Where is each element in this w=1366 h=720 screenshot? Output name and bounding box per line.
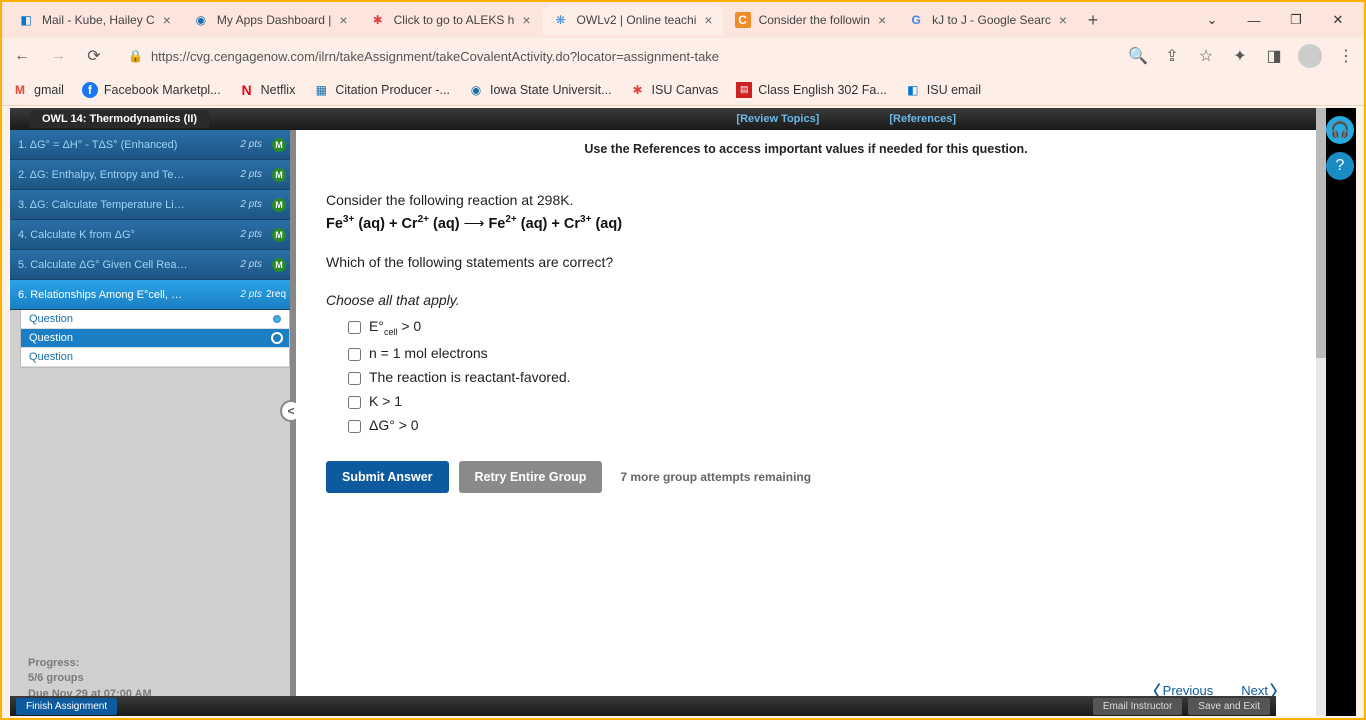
nav-item-4[interactable]: 4. Calculate K from ΔG°2 ptsM [10, 220, 290, 250]
sub-question-2[interactable]: Question [21, 329, 289, 348]
nav-item-6[interactable]: 6. Relationships Among E°cell, ΔG°,...2 … [10, 280, 290, 310]
question-intro: Consider the following reaction at 298K. [326, 192, 1286, 208]
option-2[interactable]: n = 1 mol electrons [348, 345, 1286, 361]
bottom-bar: Finish Assignment Email Instructor Save … [10, 696, 1276, 716]
sub-question-1[interactable]: Question [21, 310, 289, 329]
bookmark-canvas[interactable]: ✱ISU Canvas [630, 82, 719, 98]
option-5[interactable]: ΔG° > 0 [348, 417, 1286, 433]
bookmark-facebook[interactable]: fFacebook Marketpl... [82, 82, 221, 98]
mastered-badge-icon: M [272, 198, 286, 212]
sidepanel-icon[interactable]: ◨ [1264, 46, 1284, 66]
option-3[interactable]: The reaction is reactant-favored. [348, 369, 1286, 385]
retry-button[interactable]: Retry Entire Group [459, 461, 603, 493]
close-icon[interactable]: × [878, 12, 886, 28]
question-content: Use the References to access important v… [296, 130, 1316, 716]
tab-owlv2[interactable]: ❋OWLv2 | Online teachi× [543, 5, 723, 35]
attempts-remaining: 7 more group attempts remaining [620, 470, 811, 484]
save-exit-button[interactable]: Save and Exit [1188, 698, 1270, 715]
forward-button[interactable]: → [46, 44, 70, 68]
close-icon[interactable]: × [1059, 12, 1067, 28]
tab-google[interactable]: GkJ to J - Google Searc× [898, 5, 1077, 35]
submit-button[interactable]: Submit Answer [326, 461, 449, 493]
instruction-text: Use the References to access important v… [326, 142, 1286, 156]
nav-item-2[interactable]: 2. ΔG: Enthalpy, Entropy and Tempera..2 … [10, 160, 290, 190]
mastered-badge-icon: M [272, 138, 286, 152]
bookmark-citation[interactable]: ▦Citation Producer -... [313, 82, 450, 98]
lock-icon: 🔒 [128, 49, 143, 63]
bookmark-netflix[interactable]: NNetflix [239, 82, 296, 98]
chevron-down-icon[interactable]: ⌄ [1192, 5, 1232, 35]
checkbox-1[interactable] [348, 321, 361, 334]
chat-icon[interactable]: 🎧 [1326, 116, 1354, 144]
bookmark-gmail[interactable]: Mgmail [12, 82, 64, 98]
bookmark-english302[interactable]: ▤Class English 302 Fa... [736, 82, 887, 98]
star-icon[interactable]: ☆ [1196, 46, 1216, 66]
zoom-icon[interactable]: 🔍 [1128, 46, 1148, 66]
back-button[interactable]: ← [10, 44, 34, 68]
app-frame: 🎧 ? OWL 14: Thermodynamics (II) [Review … [10, 108, 1356, 716]
mastered-badge-icon: M [272, 258, 286, 272]
bookmark-isu[interactable]: ◉Iowa State Universit... [468, 82, 612, 98]
menu-icon[interactable]: ⋮ [1336, 46, 1356, 66]
nav-item-5[interactable]: 5. Calculate ΔG° Given Cell Reaction ...… [10, 250, 290, 280]
assignment-title: OWL 14: Thermodynamics (II) [30, 110, 209, 128]
tab-mail[interactable]: ◧Mail - Kube, Hailey C× [8, 5, 181, 35]
tab-myapps[interactable]: ◉My Apps Dashboard |× [183, 5, 358, 35]
option-1[interactable]: E°cell > 0 [348, 318, 1286, 337]
option-4[interactable]: K > 1 [348, 393, 1286, 409]
new-tab-button[interactable]: + [1079, 10, 1107, 31]
checkbox-5[interactable] [348, 420, 361, 433]
sub-question-3[interactable]: Question [21, 348, 289, 367]
nav-item-3[interactable]: 3. ΔG: Calculate Temperature Limit2 ptsM [10, 190, 290, 220]
reload-button[interactable]: ⟳ [82, 44, 106, 68]
references-link[interactable]: [References] [889, 113, 956, 125]
bookmarks-bar: Mgmail fFacebook Marketpl... NNetflix ▦C… [2, 74, 1364, 106]
checkbox-2[interactable] [348, 348, 361, 361]
question-sidebar: 1. ΔG° = ΔH° - TΔS° (Enhanced)2 ptsM 2. … [10, 130, 290, 716]
maximize-button[interactable]: ❐ [1276, 5, 1316, 35]
close-icon[interactable]: × [163, 12, 171, 28]
reaction-equation: Fe3+ (aq) + Cr2+ (aq) ⟶ Fe2+ (aq) + Cr3+… [326, 214, 1286, 232]
nav-item-1[interactable]: 1. ΔG° = ΔH° - TΔS° (Enhanced)2 ptsM [10, 130, 290, 160]
finish-assignment-button[interactable]: Finish Assignment [16, 698, 117, 715]
email-instructor-button[interactable]: Email Instructor [1093, 698, 1182, 715]
share-icon[interactable]: ⇪ [1162, 46, 1182, 66]
mastered-badge-icon: M [272, 228, 286, 242]
checkbox-4[interactable] [348, 396, 361, 409]
status-dot-icon [271, 332, 283, 344]
mastered-badge-icon: M [272, 168, 286, 182]
browser-tab-strip: ◧Mail - Kube, Hailey C× ◉My Apps Dashboa… [2, 2, 1364, 38]
profile-icon[interactable] [1298, 44, 1322, 68]
close-icon[interactable]: × [704, 12, 712, 28]
url-input[interactable]: 🔒 https://cvg.cengagenow.com/ilrn/takeAs… [118, 42, 1116, 70]
help-icon[interactable]: ? [1326, 152, 1354, 180]
tab-chegg[interactable]: CConsider the followin× [725, 5, 897, 35]
url-text: https://cvg.cengagenow.com/ilrn/takeAssi… [151, 49, 719, 64]
choose-instruction: Choose all that apply. [326, 292, 1286, 308]
close-icon[interactable]: × [522, 12, 530, 28]
close-window-button[interactable]: ✕ [1318, 5, 1358, 35]
tab-aleks[interactable]: ✱Click to go to ALEKS h× [360, 5, 541, 35]
assignment-header: OWL 14: Thermodynamics (II) [Review Topi… [10, 108, 1316, 130]
extensions-icon[interactable]: ✦ [1230, 46, 1250, 66]
review-topics-link[interactable]: [Review Topics] [736, 113, 819, 125]
status-dot-icon [271, 313, 283, 325]
question-prompt: Which of the following statements are co… [326, 254, 1286, 270]
minimize-button[interactable]: — [1234, 5, 1274, 35]
checkbox-3[interactable] [348, 372, 361, 385]
address-bar: ← → ⟳ 🔒 https://cvg.cengagenow.com/ilrn/… [2, 38, 1364, 74]
close-icon[interactable]: × [339, 12, 347, 28]
bookmark-isuemail[interactable]: ◧ISU email [905, 82, 981, 98]
sub-question-list: Question Question Question [20, 310, 290, 368]
